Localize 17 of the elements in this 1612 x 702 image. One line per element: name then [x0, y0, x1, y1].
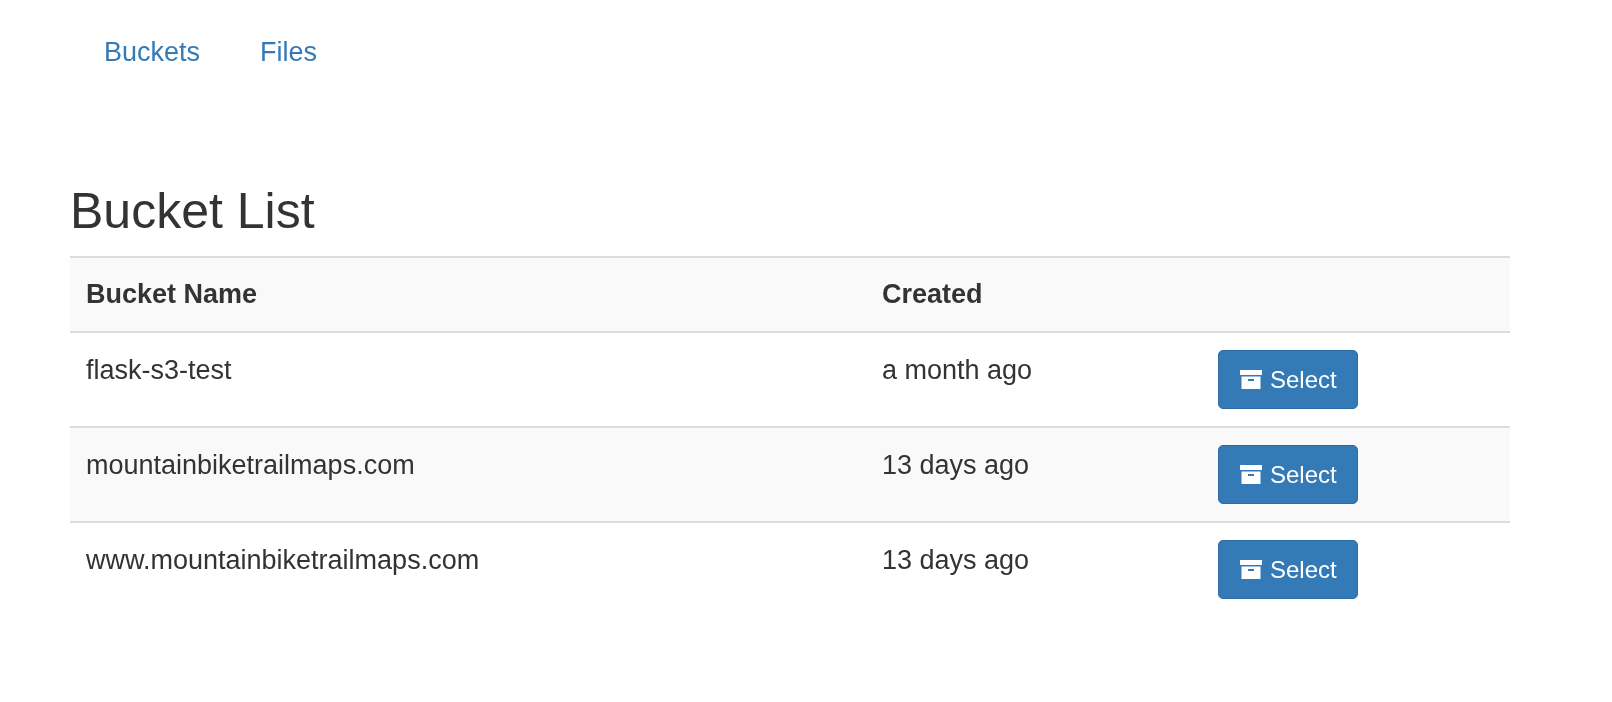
page-title: Bucket List — [70, 184, 316, 239]
select-button[interactable]: Select — [1218, 540, 1358, 599]
column-header: Created — [882, 279, 983, 310]
table-cell: mountainbiketrailmaps.com — [86, 450, 415, 481]
column-header: Bucket Name — [86, 279, 258, 310]
table-cell: www.mountainbiketrailmaps.com — [86, 545, 480, 576]
archive-box-icon — [1240, 370, 1262, 389]
select-button[interactable]: Select — [1218, 350, 1358, 409]
table-cell: 13 days ago — [882, 545, 1030, 576]
table-cell: flask-s3-test — [86, 355, 232, 386]
archive-box-icon — [1240, 465, 1262, 484]
nav-link[interactable]: Buckets — [74, 23, 231, 81]
archive-box-icon — [1240, 560, 1262, 579]
table-cell: 13 days ago — [882, 450, 1030, 481]
nav-link[interactable]: Files — [230, 23, 348, 81]
table-cell: a month ago — [882, 355, 1033, 386]
select-button[interactable]: Select — [1218, 445, 1358, 504]
